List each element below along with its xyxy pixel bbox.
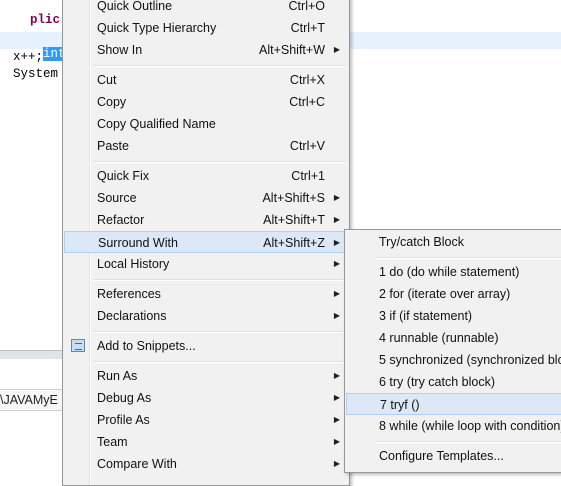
panel-path-text: \JAVAMyE xyxy=(0,389,62,411)
code-line-3: x++; xyxy=(13,50,44,64)
submenu-arrow-icon: ▶ xyxy=(333,193,340,202)
submenu-arrow-icon: ▶ xyxy=(333,311,340,320)
submenu-arrow-icon: ▶ xyxy=(333,289,340,298)
menu-item-run-as[interactable]: Run As ▶ xyxy=(65,365,347,387)
submenu-item-configure-templates[interactable]: Configure Templates... xyxy=(347,445,561,467)
menu-separator xyxy=(93,331,347,333)
submenu-arrow-icon: ▶ xyxy=(333,238,340,247)
menu-item-local-history[interactable]: Local History ▶ xyxy=(65,253,347,275)
menu-item-copy[interactable]: Copy Ctrl+C xyxy=(65,91,347,113)
submenu-arrow-icon: ▶ xyxy=(333,437,340,446)
submenu-arrow-icon: ▶ xyxy=(333,459,340,468)
menu-item-profile-as[interactable]: Profile As ▶ xyxy=(65,409,347,431)
menu-item-refactor[interactable]: Refactor Alt+Shift+T ▶ xyxy=(65,209,347,231)
submenu-item-if[interactable]: 3 if (if statement) xyxy=(347,305,561,327)
menu-item-show-in[interactable]: Show In Alt+Shift+W ▶ xyxy=(65,39,347,61)
menu-item-quick-fix[interactable]: Quick Fix Ctrl+1 xyxy=(65,165,347,187)
snippets-icon xyxy=(71,339,85,352)
submenu-item-try-catch-block[interactable]: Try/catch Block xyxy=(347,231,561,253)
submenu-item-synchronized[interactable]: 5 synchronized (synchronized block) xyxy=(347,349,561,371)
menu-item-quick-type-hierarchy[interactable]: Quick Type Hierarchy Ctrl+T xyxy=(65,17,347,39)
menu-item-references[interactable]: References ▶ xyxy=(65,283,347,305)
submenu-item-runnable[interactable]: 4 runnable (runnable) xyxy=(347,327,561,349)
menu-separator xyxy=(375,441,561,443)
code-line-4: System xyxy=(13,67,59,81)
submenu-item-try[interactable]: 6 try (try catch block) xyxy=(347,371,561,393)
submenu-arrow-icon: ▶ xyxy=(333,215,340,224)
submenu-item-tryf[interactable]: 7 tryf () xyxy=(346,393,561,415)
menu-separator xyxy=(93,65,347,67)
menu-separator xyxy=(93,361,347,363)
context-menu: Quick Outline Ctrl+O Quick Type Hierarch… xyxy=(62,0,350,486)
submenu-arrow-icon: ▶ xyxy=(333,371,340,380)
submenu-item-while[interactable]: 8 while (while loop with condition) xyxy=(347,415,561,437)
menu-item-declarations[interactable]: Declarations ▶ xyxy=(65,305,347,327)
submenu-item-do[interactable]: 1 do (do while statement) xyxy=(347,261,561,283)
submenu-item-for[interactable]: 2 for (iterate over array) xyxy=(347,283,561,305)
menu-item-surround-with[interactable]: Surround With Alt+Shift+Z ▶ xyxy=(64,231,348,253)
menu-item-debug-as[interactable]: Debug As ▶ xyxy=(65,387,347,409)
submenu-arrow-icon: ▶ xyxy=(333,393,340,402)
surround-with-submenu: Try/catch Block 1 do (do while statement… xyxy=(344,229,561,473)
menu-item-team[interactable]: Team ▶ xyxy=(65,431,347,453)
menu-separator xyxy=(375,257,561,259)
submenu-arrow-icon: ▶ xyxy=(333,45,340,54)
menu-item-quick-outline[interactable]: Quick Outline Ctrl+O xyxy=(65,0,347,17)
submenu-arrow-icon: ▶ xyxy=(333,415,340,424)
menu-item-compare-with[interactable]: Compare With ▶ xyxy=(65,453,347,475)
menu-separator xyxy=(93,161,347,163)
menu-separator xyxy=(93,279,347,281)
menu-item-add-to-snippets[interactable]: Add to Snippets... xyxy=(65,335,347,357)
submenu-arrow-icon: ▶ xyxy=(333,259,340,268)
menu-item-source[interactable]: Source Alt+Shift+S ▶ xyxy=(65,187,347,209)
menu-item-copy-qualified-name[interactable]: Copy Qualified Name xyxy=(65,113,347,135)
menu-item-paste[interactable]: Paste Ctrl+V xyxy=(65,135,347,157)
menu-item-cut[interactable]: Cut Ctrl+X xyxy=(65,69,347,91)
